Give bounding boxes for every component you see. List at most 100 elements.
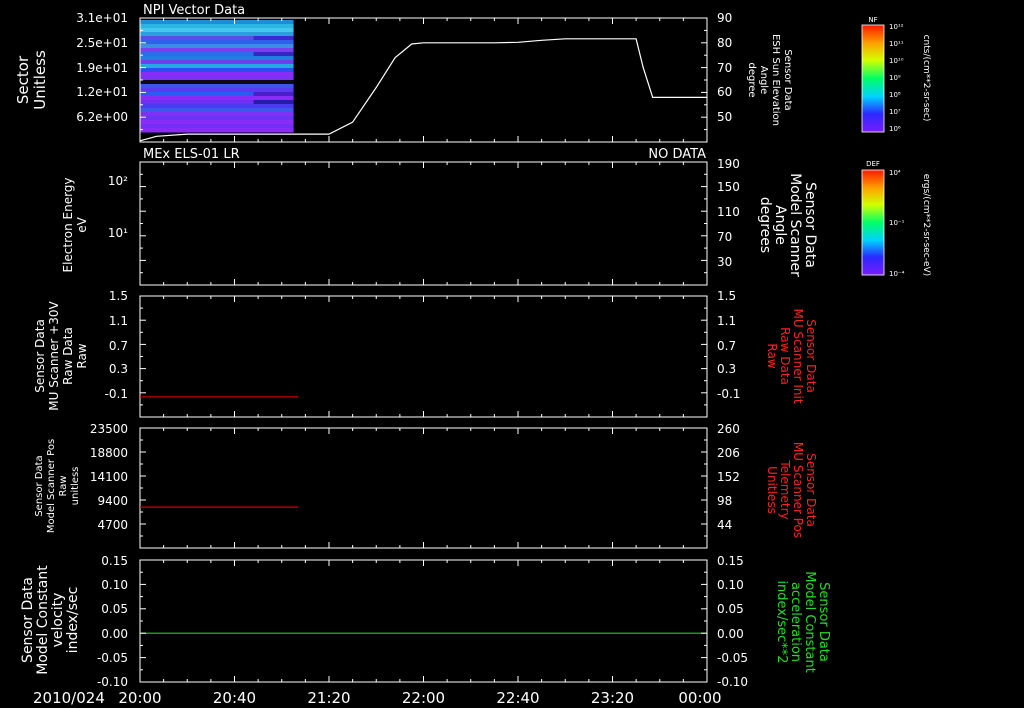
scanner-pos-right-ytick: 260 (717, 422, 740, 436)
els-right-label-line: Model Scanner (787, 173, 803, 277)
velocity-right-ytick: -0.10 (717, 675, 748, 689)
x-tick-label: 20:00 (118, 689, 161, 707)
heatmap-cell-row (253, 36, 294, 40)
mu-scanner-ylabel-line: Raw Data (61, 327, 75, 385)
heatmap-cell-row (140, 24, 294, 29)
nf-colorbar-label: NF (868, 16, 877, 24)
npi-right-ytick: 50 (717, 110, 732, 124)
heatmap-cell-row (140, 40, 294, 45)
heatmap-cell-row (253, 100, 294, 104)
velocity-right-ytick: 0.00 (717, 627, 744, 641)
npi-right-label-line: degree (746, 62, 757, 97)
heatmap-cell-row (140, 28, 294, 33)
velocity-right-ytick: 0.10 (717, 578, 744, 592)
mu-scanner-ytick: -0.1 (105, 387, 128, 401)
els-ylabel-line: Electron Energy (61, 177, 75, 272)
mu-scanner-right-label-line: Raw Data (778, 327, 792, 385)
heatmap-cell-row (140, 124, 294, 129)
els-right-ytick: 150 (717, 180, 740, 194)
scanner-pos-right-ytick: 152 (717, 470, 740, 484)
scanner-pos-right-label-line: Unitless (765, 466, 779, 514)
velocity-right-ytick: -0.05 (717, 651, 748, 665)
npi-title: NPI Vector Data (143, 3, 245, 18)
nf-colorbar-tick: 10⁷ (889, 108, 901, 116)
scanner-pos-ylabel-line: Sensor Data (34, 455, 45, 516)
heatmap-cell-row (140, 112, 294, 117)
scanner-pos-ytick: 14100 (90, 470, 128, 484)
heatmap-cell-row (140, 80, 294, 85)
def-colorbar-tick: 10⁻⁴ (889, 270, 905, 278)
npi-right-ytick: 80 (717, 36, 732, 50)
def-colorbar-tick: 10⁴ (889, 169, 901, 177)
mu-scanner-right-ytick: 0.7 (717, 339, 736, 353)
heatmap-cell-row (140, 88, 294, 93)
mu-scanner-ytick: 0.3 (109, 362, 128, 376)
npi-right-ytick: 60 (717, 85, 732, 99)
heatmap-cell-row (140, 32, 294, 37)
velocity-ytick: 0.15 (101, 554, 128, 568)
scanner-pos-right-ytick: 206 (717, 446, 740, 460)
scanner-pos-ytick: 4700 (97, 518, 128, 532)
els-right-ytick: 70 (717, 230, 732, 244)
nf-colorbar-tick: 10⁹ (889, 74, 901, 82)
scanner-pos-ylabel-line: Model Scanner Pos (46, 439, 57, 533)
def-colorbar-units: ergs/(cm**2-sr-sec-eV) (921, 174, 931, 276)
heatmap-cell-row (140, 64, 294, 69)
def-colorbar-tick: 10⁻¹ (889, 219, 905, 227)
npi-ylabel-line: Sector (14, 55, 32, 104)
nf-colorbar-units: cnts/(cm**2-sr-sec) (921, 35, 931, 122)
velocity-ytick: -0.05 (97, 651, 128, 665)
els-right-ytick: 110 (717, 205, 740, 219)
mu-scanner-ytick: 0.7 (109, 339, 128, 353)
scanner-pos-ytick: 23500 (90, 422, 128, 436)
mu-scanner-right-label-line: Sensor Data (804, 319, 818, 393)
velocity-ytick: -0.10 (97, 675, 128, 689)
mu-scanner-right-label-line: Raw (765, 343, 779, 368)
heatmap-cell-row (140, 20, 294, 25)
mu-scanner-ytick: 1.5 (109, 289, 128, 303)
velocity-ylabel-line: velocity (50, 593, 66, 648)
nf-colorbar-tick: 10⁶ (889, 125, 901, 133)
velocity-ytick: 0.00 (101, 627, 128, 641)
velocity-right-label-line: Sensor Data (816, 582, 831, 662)
velocity-right-ytick: 0.05 (717, 602, 744, 616)
els-title: MEx ELS-01 LR (143, 147, 240, 162)
npi-ytick: 1.2e+01 (76, 85, 128, 99)
velocity-right-label: Sensor Data Model Constant acceleration … (774, 571, 831, 673)
def-colorbar-gradient (861, 169, 885, 276)
els-right-ytick: 30 (717, 255, 732, 269)
npi-right-label-line: ESH Sun Elevation (770, 34, 781, 126)
scanner-pos-ylabel-line: unitless (70, 467, 81, 506)
npi-ytick: 6.2e+00 (76, 110, 128, 124)
velocity-right-ytick: 0.15 (717, 554, 744, 568)
scanner-pos-right-label-line: Telemetry (778, 459, 792, 519)
heatmap-cell-row (140, 96, 294, 101)
heatmap-cell-row (253, 52, 294, 56)
scanner-pos-right-ytick: 44 (717, 518, 732, 532)
velocity-ytick: 0.10 (101, 578, 128, 592)
velocity-right-label-line: acceleration (788, 582, 803, 662)
heatmap-cell-row (253, 92, 294, 96)
npi-right-ytick: 90 (717, 11, 732, 25)
nf-colorbar-tick: 10⁸ (889, 91, 901, 99)
heatmap-cell-row (140, 68, 294, 73)
heatmap-cell-row (140, 116, 294, 121)
heatmap-cell-row (140, 76, 294, 81)
mu-scanner-right-ytick: -0.1 (717, 387, 740, 401)
els-right-label-line: Angle (772, 205, 788, 245)
scanner-pos-right-ytick: 98 (717, 494, 732, 508)
scanner-pos-right-label-line: Sensor Data (804, 453, 818, 527)
heatmap-cell-row (140, 120, 294, 125)
def-colorbar-label: DEF (866, 160, 880, 168)
npi-right-ytick: 70 (717, 61, 732, 75)
x-tick-label: 21:20 (307, 689, 350, 707)
heatmap-cell-row (140, 104, 294, 109)
heatmap-cell-row (140, 84, 294, 89)
nf-colorbar-tick: 10¹⁰ (889, 57, 904, 65)
velocity-ylabel-line: Sensor Data (20, 577, 36, 663)
heatmap-cell-row (140, 48, 294, 53)
x-tick-label: 22:00 (402, 689, 445, 707)
mu-scanner-ytick: 1.1 (109, 314, 128, 328)
npi-ytick: 2.5e+01 (76, 36, 128, 50)
nf-colorbar-gradient (861, 24, 885, 133)
